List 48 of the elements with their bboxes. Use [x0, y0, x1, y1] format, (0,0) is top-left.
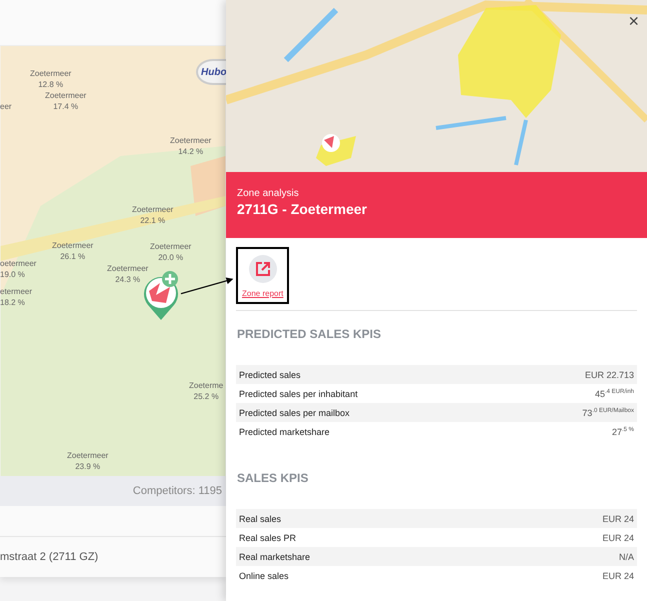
zone-name: Zoetermeer — [52, 240, 94, 251]
kpi-value: EUR 24 — [602, 570, 634, 580]
zone-percentage: 18.2 % — [0, 297, 25, 308]
zone-name: Zoeterme — [189, 380, 224, 391]
external-link-icon — [248, 255, 277, 283]
kpi-value: 27$^{.5 %}$ — [612, 426, 634, 436]
zone-percentage: 23.9 % — [75, 461, 100, 472]
zone-name: Zoetermeer — [45, 90, 86, 101]
zone-percentage: 22.1 % — [140, 215, 166, 226]
zone-percentage: 14.2 % — [178, 146, 204, 157]
kpi-label: Predicted sales per inhabitant — [239, 388, 358, 398]
kpi-label: Real marketshare — [239, 552, 310, 562]
zone-name: Zoetermeer — [132, 204, 174, 215]
kpi-value: 45$^{.4 EUR/inh}$ — [594, 388, 634, 398]
zone-name: Zoetermeer — [170, 135, 212, 146]
kpi-label: Predicted sales — [239, 370, 301, 380]
zone-percentage: 17.4 % — [53, 101, 78, 112]
kpi-value: EUR 22.713 — [584, 370, 634, 380]
close-button[interactable]: × — [626, 12, 641, 30]
kpi-label: Predicted sales per mailbox — [239, 408, 350, 418]
kpi-label: Online sales — [239, 570, 289, 580]
competitors-count: Competitors: 1195 — [132, 485, 222, 497]
zone-percentage: 12.8 % — [38, 79, 64, 90]
zone-percentage: 19.0 % — [0, 269, 25, 280]
zone-percentage: 25.2 % — [194, 391, 219, 402]
header-subtitle: Zone analysis — [237, 188, 300, 199]
kpi-value: EUR 24 — [602, 514, 634, 524]
zone-name: etermeer — [0, 286, 32, 297]
zone-percentage: 26.1 % — [60, 251, 86, 262]
zone-name: Zoetermeer — [67, 450, 108, 461]
section-heading: SALES KPIS — [237, 471, 310, 485]
header-title: 2711G - Zoetermeer — [237, 201, 368, 217]
kpi-value: N/A — [618, 552, 634, 562]
zone-percentage: 20.0 % — [158, 252, 184, 263]
zone-name: oetermeer — [0, 258, 36, 269]
kpi-label: Predicted marketshare — [239, 426, 330, 436]
zone-name: Zoetermeer — [30, 68, 72, 79]
kpi-value: EUR 24 — [602, 532, 634, 542]
address-text: mstraat 2 (2711 GZ) — [0, 551, 98, 563]
section-heading: PREDICTED SALES KPIS — [237, 327, 382, 341]
zone-name: Zoetermeer — [150, 241, 192, 252]
kpi-label: Real sales PR — [239, 532, 296, 542]
zone-name: eer — [0, 101, 12, 112]
zone-percentage: 24.3 % — [115, 274, 140, 285]
kpi-label: Real sales — [239, 514, 282, 524]
zone-name: Zoetermeer — [107, 263, 148, 274]
zone-report-link[interactable]: Zone report — [236, 247, 290, 304]
kpi-value: 73$^{.0 EUR/Mailbox}$ — [582, 408, 634, 418]
